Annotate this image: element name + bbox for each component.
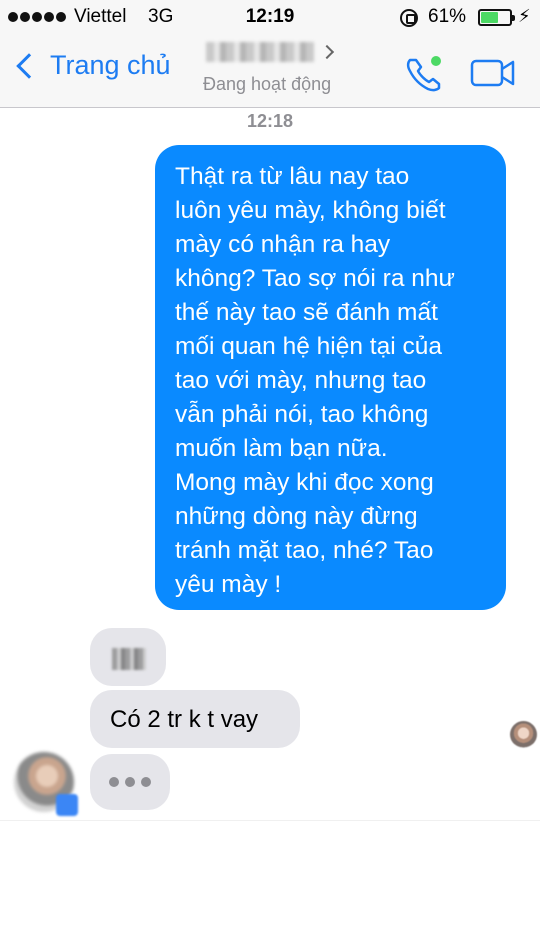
message-line: yêu mày ! <box>175 571 282 598</box>
contact-header[interactable]: Đang hoạt động <box>200 42 360 95</box>
message-line: không? Tao sợ nói ra như <box>175 265 455 292</box>
contact-name-redacted <box>206 42 314 62</box>
message-line: mày có nhận ra hay <box>175 231 391 258</box>
message-line: muốn làm bạn nữa. <box>175 435 388 462</box>
message-line: mối quan hệ hiện tại của <box>175 333 442 360</box>
redacted-text <box>112 648 146 670</box>
message-line: Mong mày khi đọc xong <box>175 469 434 496</box>
message-line: tránh mặt tao, nhé? Tao <box>175 537 434 564</box>
read-receipt-avatar <box>510 721 537 748</box>
outgoing-message-bubble[interactable]: Thật ra từ lâu nay tao luôn yêu mày, khô… <box>155 145 506 610</box>
message-line: luôn yêu mày, không biết <box>175 197 446 224</box>
navigation-bar: Trang chủ Đang hoạt động <box>0 36 540 108</box>
charging-icon: ⚡ <box>518 6 531 26</box>
incoming-message-bubble[interactable]: Có 2 tr k t vay <box>90 690 300 748</box>
orientation-lock-icon <box>400 9 418 27</box>
phone-call-icon[interactable] <box>404 54 446 94</box>
message-line: những dòng này đừng <box>175 503 418 530</box>
back-label: Trang chủ <box>50 50 171 80</box>
contact-status: Đang hoạt động <box>203 74 332 94</box>
back-chevron-icon <box>16 52 42 79</box>
battery-icon <box>478 9 515 26</box>
message-line: tao với mày, nhưng tao <box>175 367 427 394</box>
typing-indicator <box>90 754 170 810</box>
chevron-right-icon <box>319 44 335 60</box>
video-call-icon[interactable] <box>470 58 516 88</box>
back-button[interactable]: Trang chủ <box>14 50 171 81</box>
typing-dot <box>125 777 135 787</box>
message-line: thế này tao sẽ đánh mất <box>175 299 438 326</box>
divider <box>0 820 540 821</box>
message-timestamp: 12:18 <box>246 111 294 131</box>
messenger-badge-icon <box>56 794 78 816</box>
incoming-message-redacted[interactable] <box>90 628 166 686</box>
message-line: Thật ra từ lâu nay tao <box>175 163 410 190</box>
typing-dot <box>109 777 119 787</box>
message-line: vẫn phải nói, tao không <box>175 401 429 428</box>
battery-percent: 61% <box>428 6 467 27</box>
status-bar: Viettel 3G 12:19 61% ⚡ <box>0 0 540 36</box>
typing-dot <box>141 777 151 787</box>
incoming-message-text: Có 2 tr k t vay <box>110 706 259 733</box>
